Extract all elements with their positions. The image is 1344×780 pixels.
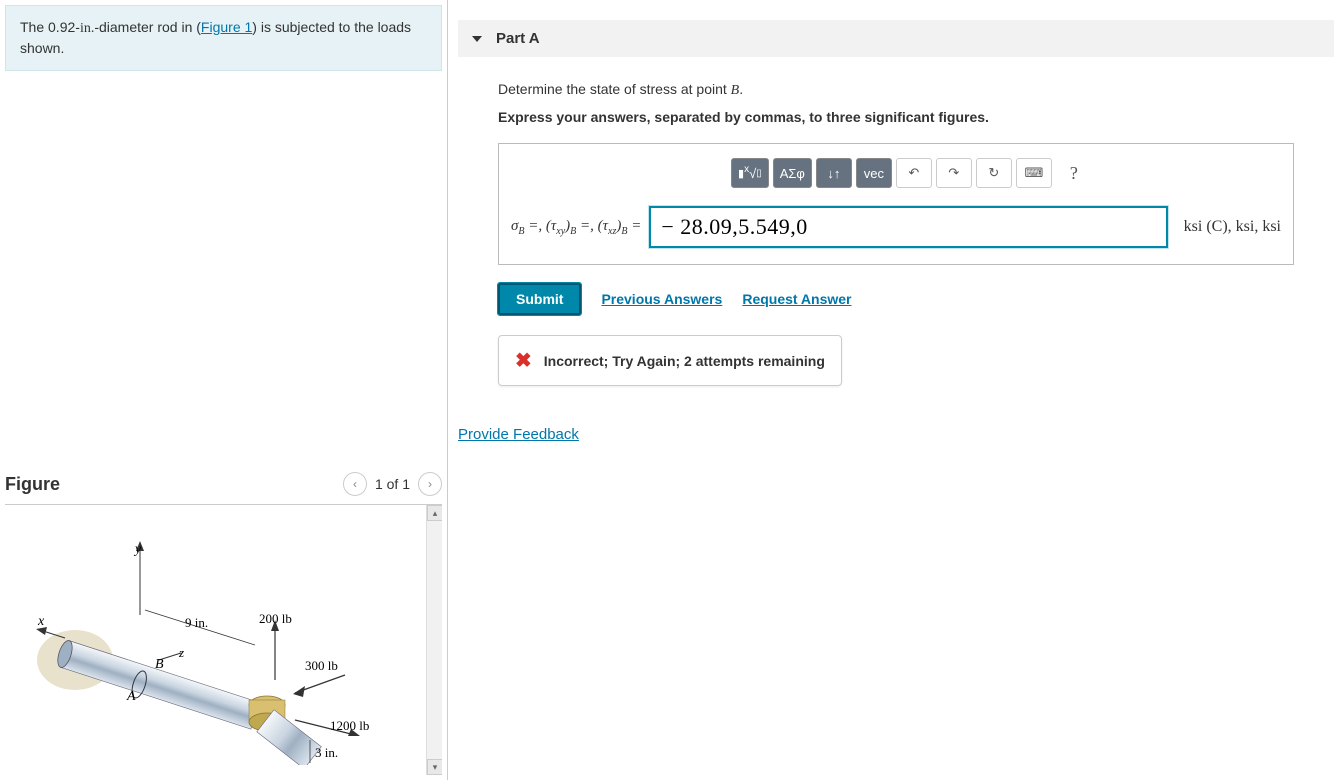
figure-diagram: y x z B A 9 in. 200 lb 300 lb 1200 lb 3 …	[5, 505, 405, 765]
dim-3in: 3 in.	[315, 745, 338, 760]
force-300lb: 300 lb	[305, 658, 338, 673]
equation-toolbar: ▮x√▯ ΑΣφ ↓↑ vec ↶ ↷ ↻ ⌨ ?	[511, 158, 1281, 188]
figure-scrollbar[interactable]: ▴ ▾	[426, 505, 442, 775]
greek-button[interactable]: ΑΣφ	[773, 158, 812, 188]
feedback-text: Incorrect; Try Again; 2 attempts remaini…	[544, 353, 825, 369]
answer-row: σB =, (τxy)B =, (τxz)B = ksi (C), ksi, k…	[511, 206, 1281, 248]
figure-canvas: y x z B A 9 in. 200 lb 300 lb 1200 lb 3 …	[5, 505, 442, 775]
part-title: Part A	[496, 30, 540, 47]
undo-button[interactable]: ↶	[896, 158, 932, 188]
redo-button[interactable]: ↷	[936, 158, 972, 188]
problem-description: The 0.92-in.-diameter rod in (Figure 1) …	[5, 5, 442, 71]
provide-feedback-link[interactable]: Provide Feedback	[458, 426, 579, 443]
feedback-box: ✖ Incorrect; Try Again; 2 attempts remai…	[498, 335, 842, 386]
figure-prev-button[interactable]: ‹	[343, 472, 367, 496]
left-pane: The 0.92-in.-diameter rod in (Figure 1) …	[0, 0, 448, 780]
previous-answers-link[interactable]: Previous Answers	[601, 291, 722, 307]
answer-input[interactable]	[649, 206, 1167, 248]
help-button[interactable]: ?	[1056, 158, 1092, 188]
instruction-text: Determine the state of stress at point B…	[498, 81, 1294, 99]
point-a-label: A	[126, 689, 136, 704]
force-1200lb: 1200 lb	[330, 718, 369, 733]
vec-button[interactable]: vec	[856, 158, 892, 188]
figure-nav: ‹ 1 of 1 ›	[343, 472, 442, 496]
answer-box: ▮x√▯ ΑΣφ ↓↑ vec ↶ ↷ ↻ ⌨ ? σB =, (τxy)B =…	[498, 143, 1294, 265]
subsup-button[interactable]: ↓↑	[816, 158, 852, 188]
keyboard-button[interactable]: ⌨	[1016, 158, 1052, 188]
figure-section: Figure ‹ 1 of 1 ›	[0, 464, 447, 780]
provide-feedback: Provide Feedback	[458, 426, 1334, 443]
request-answer-link[interactable]: Request Answer	[742, 291, 851, 307]
figure-next-button[interactable]: ›	[418, 472, 442, 496]
scroll-up-icon[interactable]: ▴	[427, 505, 442, 521]
collapse-icon	[472, 36, 482, 42]
templates-button[interactable]: ▮x√▯	[731, 158, 769, 188]
axis-y-label: y	[133, 542, 142, 557]
part-header[interactable]: Part A	[458, 20, 1334, 57]
answer-units: ksi (C), ksi, ksi	[1176, 218, 1281, 236]
figure-link[interactable]: Figure 1	[201, 19, 252, 35]
answer-lhs: σB =, (τxy)B =, (τxz)B =	[511, 218, 641, 237]
right-pane: Part A Determine the state of stress at …	[448, 0, 1344, 780]
action-row: Submit Previous Answers Request Answer	[498, 283, 1294, 315]
point-b-label: B	[155, 657, 164, 672]
scroll-down-icon[interactable]: ▾	[427, 759, 442, 775]
figure-page-label: 1 of 1	[375, 476, 410, 492]
dim-9in: 9 in.	[185, 615, 208, 630]
figure-header: Figure ‹ 1 of 1 ›	[5, 464, 442, 505]
format-instruction: Express your answers, separated by comma…	[498, 109, 1294, 125]
axis-x-label: x	[37, 614, 45, 629]
part-body: Determine the state of stress at point B…	[458, 81, 1334, 386]
incorrect-icon: ✖	[515, 348, 532, 373]
submit-button[interactable]: Submit	[498, 283, 581, 315]
figure-title: Figure	[5, 474, 60, 495]
force-200lb: 200 lb	[259, 611, 292, 626]
problem-text-prefix: The 0.92-	[20, 19, 80, 35]
problem-unit: in.	[80, 21, 94, 36]
reset-button[interactable]: ↻	[976, 158, 1012, 188]
problem-text-mid: -diameter rod in (	[94, 19, 201, 35]
axis-z-label: z	[178, 645, 184, 660]
